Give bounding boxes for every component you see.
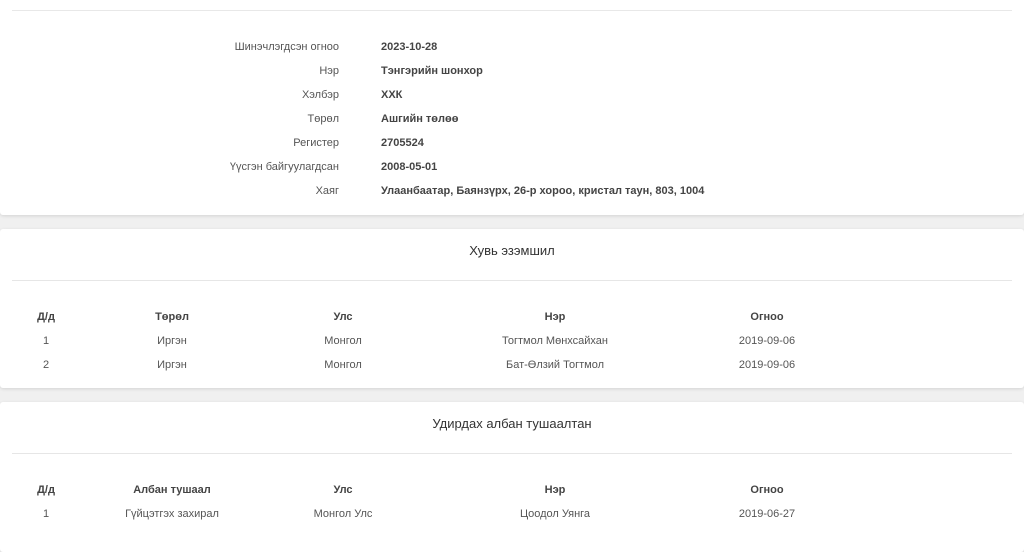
cell-date: 2019-09-06 (738, 335, 796, 347)
info-label: Хэлбэр (301, 89, 339, 101)
cell-index: 1 (42, 335, 50, 347)
cell-index: 1 (42, 508, 50, 520)
info-value: Тэнгэрийн шонхор (381, 65, 483, 77)
info-value: 2705524 (381, 137, 424, 149)
cell-country: Монгол Улс (313, 508, 373, 520)
info-value: Улаанбаатар, Баянзүрх, 26-р хороо, крист… (381, 185, 705, 197)
col-header-date: Огноо (750, 484, 784, 496)
col-header-index: Д/д (37, 311, 55, 323)
info-row-register: Регистер 2705524 (0, 133, 1024, 153)
info-row-founded: Үүсгэн байгуулагдсан 2008-05-01 (0, 157, 1024, 177)
col-header-date: Огноо (750, 311, 784, 323)
info-row-form: Хэлбэр ХХК (0, 85, 1024, 105)
cell-name: Тогтмол Мөнхсайхан (501, 335, 609, 347)
info-label: Үүсгэн байгуулагдсан (229, 161, 339, 173)
officials-title: Удирдах албан тушаалтан (432, 416, 592, 431)
col-header-type: Төрөл (155, 311, 189, 323)
info-value: 2008-05-01 (381, 161, 438, 173)
info-label: Хаяг (315, 185, 339, 197)
info-row-updated: Шинэчлэгдсэн огноо 2023-10-28 (0, 37, 1024, 57)
cell-type: Иргэн (157, 335, 187, 347)
info-label: Нэр (319, 65, 339, 77)
info-row-address: Хаяг Улаанбаатар, Баянзүрх, 26-р хороо, … (0, 181, 1024, 201)
cell-position: Гүйцэтгэх захирал (125, 508, 219, 520)
cell-country: Монгол (324, 335, 362, 347)
cell-name: Бат-Өлзий Тогтмол (505, 359, 605, 371)
officials-card: Удирдах албан тушаалтан Д/д Албан тушаал… (0, 402, 1024, 552)
info-label: Регистер (293, 137, 339, 149)
col-header-name: Нэр (544, 311, 566, 323)
info-row-type: Төрөл Ашгийн төлөө (0, 109, 1024, 129)
ownership-title: Хувь эзэмшил (469, 243, 555, 258)
info-label: Төрөл (307, 113, 340, 125)
col-header-country: Улс (333, 311, 353, 323)
info-label: Шинэчлэгдсэн огноо (234, 41, 339, 53)
cell-country: Монгол (324, 359, 362, 371)
cell-type: Иргэн (157, 359, 187, 371)
cell-date: 2019-09-06 (738, 359, 796, 371)
info-value: Ашгийн төлөө (381, 113, 459, 125)
cell-date: 2019-06-27 (738, 508, 796, 520)
ownership-card: Хувь эзэмшил Д/д Төрөл Улс Нэр Огноо 1 И… (0, 229, 1024, 388)
top-divider (12, 10, 1012, 11)
cell-name: Цоодол Уянга (519, 508, 591, 520)
organization-info-card: Шинэчлэгдсэн огноо 2023-10-28 Нэр Тэнгэр… (0, 0, 1024, 215)
title-divider (12, 453, 1012, 454)
col-header-country: Улс (333, 484, 353, 496)
info-row-name: Нэр Тэнгэрийн шонхор (0, 61, 1024, 81)
col-header-name: Нэр (544, 484, 566, 496)
col-header-position: Албан тушаал (133, 484, 211, 496)
col-header-index: Д/д (37, 484, 55, 496)
title-divider (12, 280, 1012, 281)
info-value: ХХК (381, 89, 403, 101)
info-value: 2023-10-28 (381, 41, 438, 53)
cell-index: 2 (42, 359, 50, 371)
